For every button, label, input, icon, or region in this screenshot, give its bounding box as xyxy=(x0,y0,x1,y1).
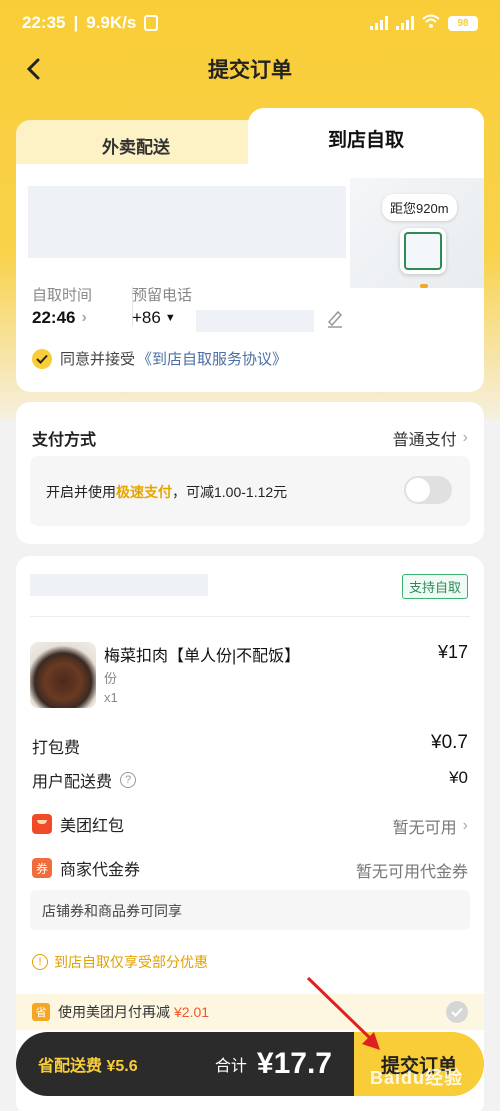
nfc-icon xyxy=(144,15,159,31)
store-name-redacted xyxy=(30,574,208,596)
saved-delivery-fee: 省配送费 ¥5.6 xyxy=(38,1058,138,1075)
clock: 22:35 xyxy=(22,13,66,32)
fast-pay-text: 开启并使用极速支付，可减1.00-1.12元 xyxy=(46,482,287,502)
chevron-left-icon xyxy=(26,58,40,80)
monthly-pay-checkbox[interactable] xyxy=(446,1001,468,1023)
support-pickup-badge: 支持自取 xyxy=(401,574,468,599)
delivery-fee-row: 用户配送费 ? xyxy=(32,768,137,792)
redpack-label: 美团红包 xyxy=(60,818,125,835)
location-dot-icon xyxy=(420,284,428,288)
coupon-label: 商家代金券 xyxy=(60,862,141,879)
red-packet-icon xyxy=(32,814,52,834)
pickup-time-label: 自取时间 xyxy=(32,287,93,304)
chevron-right-icon: › xyxy=(462,817,468,834)
nav-bar: 提交订单 xyxy=(0,46,500,92)
total-amount: ¥17.7 xyxy=(256,1047,332,1080)
coupon-note: 店铺券和商品券可同享 xyxy=(30,890,470,930)
partial-note-text: 到店自取仅享受部分优惠 xyxy=(54,954,208,970)
delivery-fee-label: 用户配送费 xyxy=(32,774,113,791)
agreement-row[interactable]: 同意并接受 《到店自取服务协议》 xyxy=(32,348,287,369)
battery-icon: 98 xyxy=(448,15,478,31)
edit-icon[interactable] xyxy=(326,308,344,333)
net-speed: 9.9K/s xyxy=(86,13,137,32)
payment-card: 支付方式 普通支付 › 开启并使用极速支付，可减1.00-1.12元 xyxy=(16,402,484,544)
back-button[interactable] xyxy=(18,54,48,84)
pickup-card: 外卖配送 到店自取 自取时间 22:46 › 预留电话 +86 ▼ 同意并接受 … xyxy=(16,108,484,392)
help-icon[interactable]: ? xyxy=(120,772,137,788)
payment-method-selector[interactable]: 普通支付 › xyxy=(393,426,468,450)
fast-pay-row: 开启并使用极速支付，可减1.00-1.12元 xyxy=(30,456,470,526)
store-pin-icon xyxy=(400,228,446,274)
fast-pay-post: ，可减1.00-1.12元 xyxy=(172,484,288,500)
payment-title: 支付方式 xyxy=(32,432,97,449)
fast-pay-pre: 开启并使用 xyxy=(46,484,116,500)
dish-price: ¥17 xyxy=(437,642,468,662)
payment-method-text: 普通支付 xyxy=(392,432,457,449)
redpack-row: 美团红包 xyxy=(32,812,124,836)
monthly-pay-row[interactable]: 省 使用美团月付再减 ¥2.01 xyxy=(16,994,484,1030)
redpack-value: 暂无可用 xyxy=(392,820,457,837)
divider xyxy=(30,616,470,617)
monthly-pay-icon: 省 xyxy=(32,1003,50,1021)
dish-image[interactable] xyxy=(30,642,96,708)
checkout-summary: 省配送费 ¥5.6 合计 ¥17.7 xyxy=(16,1032,354,1096)
pickup-time-text: 22:46 xyxy=(32,308,76,327)
page-title: 提交订单 xyxy=(208,59,292,82)
watermark: Baidu经验 xyxy=(370,1068,464,1088)
phone-prefix-text: +86 xyxy=(132,308,161,327)
fast-pay-toggle[interactable] xyxy=(404,476,452,504)
dish-name: 梅菜扣肉【单人份|不配饭】 xyxy=(104,648,301,665)
total-label: 合计 xyxy=(214,1058,247,1075)
agreement-checkbox[interactable] xyxy=(32,348,52,369)
tab-pickup[interactable]: 到店自取 xyxy=(248,108,484,168)
agreement-link[interactable]: 《到店自取服务协议》 xyxy=(137,348,287,369)
store-address-redacted xyxy=(28,186,346,258)
dropdown-triangle-icon: ▼ xyxy=(164,312,176,324)
toggle-knob xyxy=(406,478,430,502)
phone-label: 预留电话 xyxy=(132,287,193,304)
signal-icon xyxy=(370,16,388,30)
monthly-pay-amount: ¥2.01 xyxy=(174,1004,210,1020)
phone-prefix[interactable]: +86 ▼ xyxy=(132,308,176,328)
chevron-right-icon: › xyxy=(462,429,468,446)
delivery-fee-value: ¥0 xyxy=(449,768,468,787)
coupon-icon: 券 xyxy=(32,858,52,878)
monthly-pay-text: 使用美团月付再减 xyxy=(58,1004,170,1020)
coupon-selector[interactable]: 暂无可用代金券 xyxy=(356,858,468,882)
chevron-right-icon: › xyxy=(81,309,87,326)
packing-fee-label: 打包费 xyxy=(32,740,81,757)
dish-spec: 份 xyxy=(104,671,118,686)
partial-discount-note: ! 到店自取仅享受部分优惠 xyxy=(32,952,208,972)
coupon-row: 券 商家代金券 xyxy=(32,856,140,880)
check-icon xyxy=(451,1007,463,1017)
order-card: 支持自取 梅菜扣肉【单人份|不配饭】 份 x1 ¥17 打包费 ¥0.7 用户配… xyxy=(16,556,484,1111)
check-icon xyxy=(36,354,48,364)
agreement-text: 同意并接受 xyxy=(60,351,136,368)
warning-icon: ! xyxy=(32,954,48,970)
dish-quantity: x1 xyxy=(104,690,118,705)
status-bar: 22:35 | 9.9K/s 98 xyxy=(0,0,500,46)
tab-delivery[interactable]: 外卖配送 xyxy=(16,120,256,170)
status-separator: | xyxy=(73,13,79,32)
pickup-time-value[interactable]: 22:46 › xyxy=(32,308,87,328)
phone-number-redacted[interactable] xyxy=(196,310,314,332)
fast-pay-highlight: 极速支付 xyxy=(116,484,172,500)
wifi-icon xyxy=(422,13,440,33)
signal-icon-2 xyxy=(396,16,414,30)
delivery-mode-tabs: 外卖配送 到店自取 xyxy=(16,108,484,170)
distance-tag: 距您920m xyxy=(382,194,457,221)
redpack-selector[interactable]: 暂无可用 › xyxy=(393,814,468,838)
packing-fee-value: ¥0.7 xyxy=(431,732,468,753)
